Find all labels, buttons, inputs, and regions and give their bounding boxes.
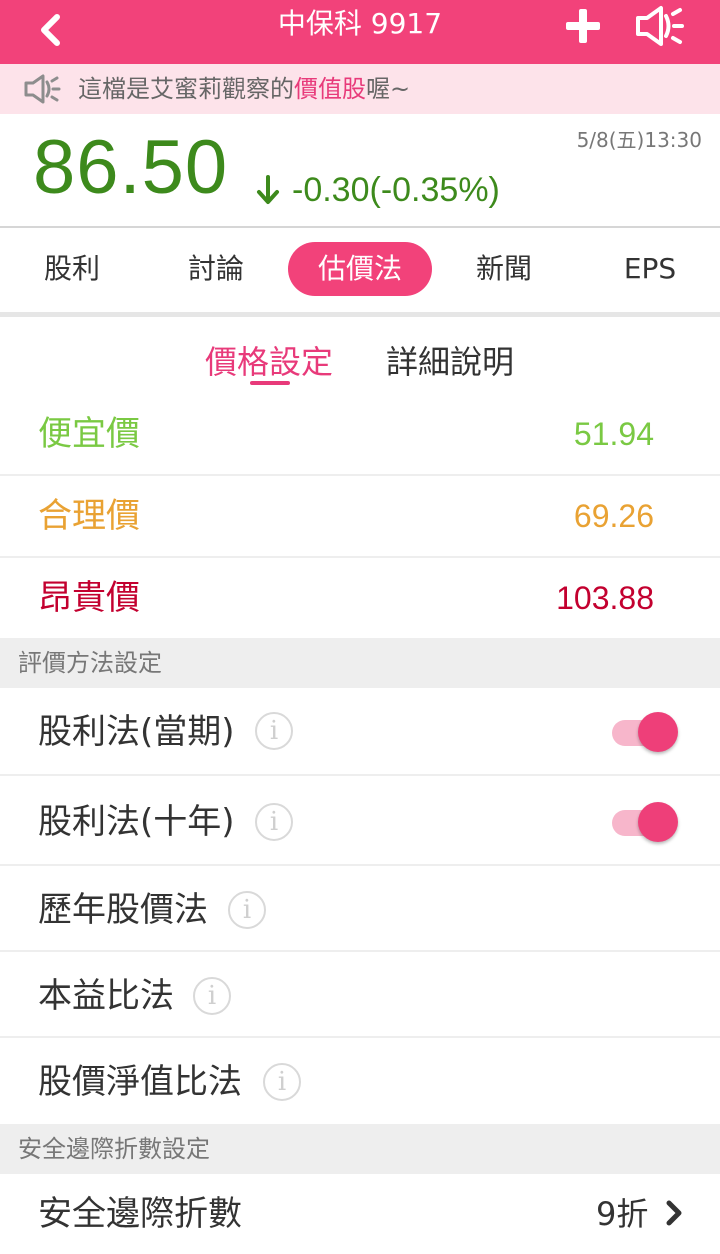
method-row-historical-price: 歷年股價法 i xyxy=(0,866,720,952)
method-toggle-dividend-current[interactable] xyxy=(610,710,680,754)
method-row-dividend-tenyear: 股利法(十年) i xyxy=(0,776,720,866)
method-row-pe-ratio: 本益比法 i xyxy=(0,952,720,1038)
info-icon[interactable]: i xyxy=(263,1063,301,1101)
expensive-price-value: 103.88 xyxy=(556,580,654,616)
safety-margin-label: 安全邊際折數 xyxy=(38,1194,242,1234)
notice-prefix: 這檔是艾蜜莉觀察的 xyxy=(78,75,294,103)
chevron-left-icon xyxy=(41,14,60,46)
megaphone-icon xyxy=(24,74,61,104)
expensive-price-label: 昂貴價 xyxy=(38,578,140,618)
method-label: 本益比法 xyxy=(38,976,174,1016)
method-label: 股利法(當期) xyxy=(38,712,235,752)
subtab-bar: 價格設定 詳細說明 xyxy=(0,317,720,397)
quote-panel: 86.50 -0.30(-0.35%) 5/8(五)13:30 xyxy=(0,114,720,228)
back-button[interactable] xyxy=(26,4,76,56)
fair-price-value: 69.26 xyxy=(573,498,654,534)
announcement-button[interactable] xyxy=(630,2,688,50)
toggle-thumb xyxy=(638,802,678,842)
subtab-detail[interactable]: 詳細說明 xyxy=(386,337,514,383)
plus-icon xyxy=(566,9,600,43)
toggle-thumb xyxy=(638,712,678,752)
subtab-price-setting[interactable]: 價格設定 xyxy=(205,337,333,383)
notice-highlight: 價值股 xyxy=(294,75,366,103)
method-label: 股利法(十年) xyxy=(38,802,235,842)
safety-margin-value: 9折 xyxy=(596,1195,649,1233)
safety-section-title: 安全邊際折數設定 xyxy=(18,1135,210,1163)
quote-timestamp: 5/8(五)13:30 xyxy=(576,128,702,152)
method-row-pb-ratio: 股價淨值比法 i xyxy=(0,1038,720,1122)
tab-valuation[interactable]: 估價法 xyxy=(288,242,432,296)
stock-price: 86.50 xyxy=(33,125,229,210)
price-change-value: -0.30(-0.35%) xyxy=(292,170,500,209)
megaphone-icon xyxy=(636,6,684,46)
subtab-underline xyxy=(250,381,290,385)
app-header: 中保科 9917 xyxy=(0,0,720,64)
cheap-price-label: 便宜價 xyxy=(38,414,140,454)
methods-section-header: 評價方法設定 xyxy=(0,638,720,688)
tab-dividend[interactable]: 股利 xyxy=(14,242,130,296)
tab-eps[interactable]: EPS xyxy=(592,242,708,296)
tab-news[interactable]: 新聞 xyxy=(446,242,562,296)
notice-banner: 這檔是艾蜜莉觀察的價值股喔~ xyxy=(0,64,720,114)
method-label: 股價淨值比法 xyxy=(38,1062,242,1102)
info-icon[interactable]: i xyxy=(193,977,231,1015)
method-label: 歷年股價法 xyxy=(38,890,208,930)
notice-text: 這檔是艾蜜莉觀察的價值股喔~ xyxy=(78,64,410,114)
notice-suffix: 喔~ xyxy=(366,75,411,103)
safety-margin-row[interactable]: 安全邊際折數 9折 xyxy=(0,1174,720,1246)
safety-section-header: 安全邊際折數設定 xyxy=(0,1124,720,1174)
tab-discussion[interactable]: 討論 xyxy=(158,242,274,296)
expensive-price-row: 昂貴價 103.88 xyxy=(0,558,720,638)
fair-price-row: 合理價 69.26 xyxy=(0,476,720,558)
chevron-right-icon xyxy=(666,1200,682,1226)
page-title: 中保科 9917 xyxy=(277,7,443,40)
method-row-dividend-current: 股利法(當期) i xyxy=(0,688,720,776)
info-icon[interactable]: i xyxy=(255,803,293,841)
cheap-price-row: 便宜價 51.94 xyxy=(0,394,720,476)
cheap-price-value: 51.94 xyxy=(573,416,654,452)
info-icon[interactable]: i xyxy=(228,891,266,929)
method-toggle-dividend-tenyear[interactable] xyxy=(610,800,680,844)
add-button[interactable] xyxy=(558,4,608,48)
tab-bar: 股利 討論 估價法 新聞 EPS xyxy=(0,228,720,317)
arrow-down-icon xyxy=(257,175,279,204)
price-change: -0.30(-0.35%) xyxy=(256,166,500,214)
fair-price-label: 合理價 xyxy=(38,496,140,536)
info-icon[interactable]: i xyxy=(255,712,293,750)
methods-section-title: 評價方法設定 xyxy=(18,649,162,677)
